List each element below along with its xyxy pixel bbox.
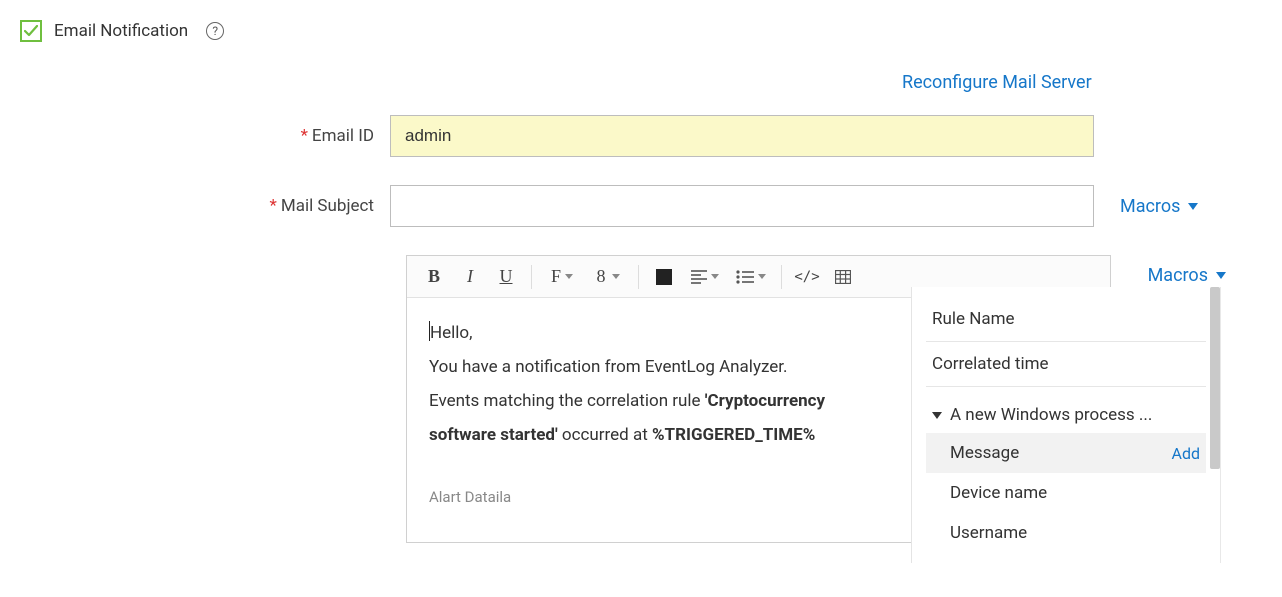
macro-sub-username[interactable]: Username	[926, 513, 1206, 553]
email-id-input[interactable]	[390, 115, 1094, 157]
chevron-down-icon	[1216, 272, 1226, 279]
macro-sub-device-name[interactable]: Device name	[926, 473, 1206, 513]
bold-button[interactable]: B	[417, 260, 451, 294]
list-button[interactable]	[729, 260, 773, 294]
email-notification-checkbox[interactable]	[20, 20, 42, 42]
align-button[interactable]	[683, 260, 727, 294]
macro-sub-message[interactable]: Message Add	[926, 433, 1206, 473]
align-left-icon	[691, 270, 707, 284]
bullet-list-icon	[736, 270, 754, 284]
scrollbar[interactable]	[1210, 287, 1220, 469]
subject-macros-dropdown[interactable]: Macros	[1094, 196, 1198, 217]
chevron-down-icon	[1188, 203, 1198, 210]
underline-button[interactable]: U	[489, 260, 523, 294]
email-id-label: *Email ID	[20, 126, 390, 146]
code-view-button[interactable]: </>	[790, 260, 824, 294]
text-color-button[interactable]	[647, 260, 681, 294]
help-icon[interactable]: ?	[206, 22, 224, 40]
section-title: Email Notification	[54, 21, 188, 41]
macro-group-toggle[interactable]: A new Windows process ...	[926, 387, 1206, 433]
color-swatch-icon	[656, 269, 672, 285]
macro-add-link[interactable]: Add	[1172, 444, 1200, 463]
mail-subject-input[interactable]	[390, 185, 1094, 227]
caret-down-icon	[932, 412, 942, 419]
table-icon	[835, 270, 851, 284]
macros-panel: Rule Name Correlated time A new Windows …	[911, 287, 1221, 563]
italic-button[interactable]: I	[453, 260, 487, 294]
macro-item-rule-name[interactable]: Rule Name	[926, 297, 1206, 342]
font-family-button[interactable]: F	[540, 260, 584, 294]
table-button[interactable]	[826, 260, 860, 294]
reconfigure-mail-server-link[interactable]: Reconfigure Mail Server	[902, 72, 1092, 93]
font-size-button[interactable]: 8	[586, 260, 630, 294]
body-macros-dropdown[interactable]: Macros	[1148, 265, 1226, 286]
macro-item-correlated-time[interactable]: Correlated time	[926, 342, 1206, 387]
mail-subject-label: *Mail Subject	[20, 196, 390, 216]
